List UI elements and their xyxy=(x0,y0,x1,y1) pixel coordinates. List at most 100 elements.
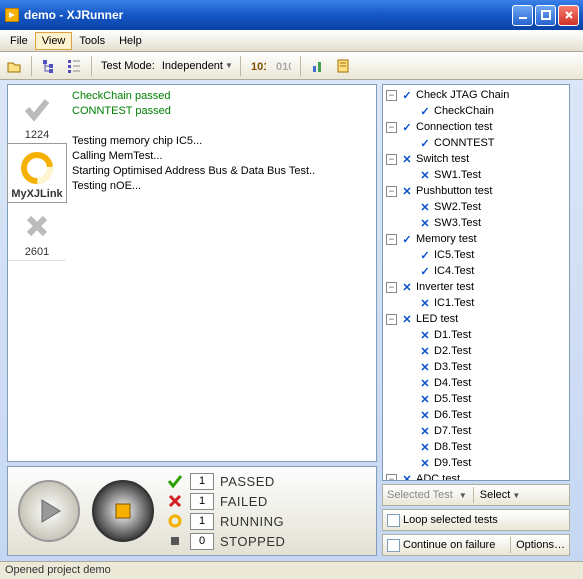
tree-node[interactable]: ✕D4.Test xyxy=(384,375,568,391)
tree-node[interactable]: ✕D3.Test xyxy=(384,359,568,375)
tree-label: D9.Test xyxy=(434,457,471,469)
close-button[interactable] xyxy=(558,5,579,26)
tree-node[interactable]: ✕D8.Test xyxy=(384,439,568,455)
bin2-icon[interactable]: 010 xyxy=(273,56,293,76)
tree-node[interactable]: −✕Switch test xyxy=(384,151,568,167)
x-icon: ✕ xyxy=(400,184,414,198)
minimize-button[interactable] xyxy=(512,5,533,26)
x-icon: ✕ xyxy=(418,216,432,230)
device-status-item[interactable]: 2601 xyxy=(8,202,66,261)
tree-label: Connection test xyxy=(416,121,492,133)
tree-toggle-icon[interactable]: − xyxy=(386,474,397,482)
tree-node[interactable]: ✕SW3.Test xyxy=(384,215,568,231)
tree-node[interactable]: ✕D5.Test xyxy=(384,391,568,407)
tree-label: IC4.Test xyxy=(434,265,474,277)
tree-node[interactable]: ✕D7.Test xyxy=(384,423,568,439)
menu-view[interactable]: View xyxy=(35,32,73,50)
tree-node[interactable]: ✕IC1.Test xyxy=(384,295,568,311)
maximize-button[interactable] xyxy=(535,5,556,26)
tree-node[interactable]: ✓CheckChain xyxy=(384,103,568,119)
continue-label: Continue on failure xyxy=(403,539,505,551)
bin-icon[interactable]: 101 xyxy=(248,56,268,76)
tree-toggle-icon[interactable]: − xyxy=(386,282,397,293)
spin-icon xyxy=(166,512,184,530)
stat-label: PASSED xyxy=(220,474,275,489)
tree-node[interactable]: −✕ADC test xyxy=(384,471,568,481)
tree-label: D7.Test xyxy=(434,425,471,437)
tree-toggle-icon[interactable]: − xyxy=(386,90,397,101)
selected-test-bar: Selected Test ▼ Select▼ xyxy=(382,484,570,506)
options-link[interactable]: Options… xyxy=(516,539,565,551)
check-icon: ✓ xyxy=(418,104,432,118)
device-status-item[interactable]: 1224 xyxy=(8,85,66,144)
tree-node[interactable]: ✓CONNTEST xyxy=(384,135,568,151)
tree-node[interactable]: −✕LED test xyxy=(384,311,568,327)
tree-node[interactable]: ✕D6.Test xyxy=(384,407,568,423)
select-dropdown[interactable]: Select▼ xyxy=(480,489,521,501)
x-icon: ✕ xyxy=(400,312,414,326)
chart-icon[interactable] xyxy=(308,56,328,76)
stat-row-failed: 1 FAILED xyxy=(166,492,366,510)
status-icon xyxy=(19,150,55,186)
stat-count: 1 xyxy=(190,493,214,510)
check-icon xyxy=(166,472,184,490)
tree-label: D5.Test xyxy=(434,393,471,405)
device-status-item[interactable]: MyXJLink xyxy=(7,143,67,203)
tree-node[interactable]: ✕SW1.Test xyxy=(384,167,568,183)
menu-file[interactable]: File xyxy=(3,32,35,50)
tree-node[interactable]: −✓Connection test xyxy=(384,119,568,135)
tree-label: CONNTEST xyxy=(434,137,495,149)
menubar: FileViewToolsHelp xyxy=(0,30,583,52)
tree-node[interactable]: ✓IC4.Test xyxy=(384,263,568,279)
x-icon: ✕ xyxy=(418,168,432,182)
x-icon: ✕ xyxy=(418,408,432,422)
stop-button[interactable] xyxy=(92,480,154,542)
loop-label: Loop selected tests xyxy=(403,514,498,526)
tree-toggle-icon[interactable]: − xyxy=(386,314,397,325)
tree-toggle-icon[interactable]: − xyxy=(386,122,397,133)
tree-label: D4.Test xyxy=(434,377,471,389)
test-mode-dropdown[interactable]: Independent▼ xyxy=(162,60,233,72)
menu-help[interactable]: Help xyxy=(112,32,149,50)
tree-node[interactable]: −✓Memory test xyxy=(384,231,568,247)
test-tree[interactable]: −✓Check JTAG Chain✓CheckChain−✓Connectio… xyxy=(382,84,570,481)
log-line: Calling MemTest... xyxy=(72,149,370,164)
tree-node[interactable]: ✕D9.Test xyxy=(384,455,568,471)
x-icon: ✕ xyxy=(418,440,432,454)
tree-label: Pushbutton test xyxy=(416,185,492,197)
log-line: CONNTEST passed xyxy=(72,104,370,119)
tree-toggle-icon[interactable]: − xyxy=(386,154,397,165)
tree-node[interactable]: −✓Check JTAG Chain xyxy=(384,87,568,103)
tree-toggle-icon[interactable]: − xyxy=(386,186,397,197)
stat-row-running: 1RUNNING xyxy=(166,512,366,530)
tree-icon[interactable] xyxy=(39,56,59,76)
open-icon[interactable] xyxy=(4,56,24,76)
tree-label: D1.Test xyxy=(434,329,471,341)
list-icon[interactable] xyxy=(64,56,84,76)
tree-node[interactable]: −✕Pushbutton test xyxy=(384,183,568,199)
stat-label: FAILED xyxy=(220,494,268,509)
continue-checkbox[interactable] xyxy=(387,539,400,552)
stat-label: RUNNING xyxy=(220,514,284,529)
tree-node[interactable]: −✕Inverter test xyxy=(384,279,568,295)
tree-toggle-icon[interactable]: − xyxy=(386,234,397,245)
loop-checkbox[interactable] xyxy=(387,514,400,527)
x-icon: ✕ xyxy=(418,424,432,438)
x-icon xyxy=(166,492,184,510)
tree-node[interactable]: ✕SW2.Test xyxy=(384,199,568,215)
log-line: CheckChain passed xyxy=(72,89,370,104)
tree-label: Memory test xyxy=(416,233,477,245)
tree-node[interactable]: ✓IC5.Test xyxy=(384,247,568,263)
log-line: Testing nOE... xyxy=(72,179,370,194)
menu-tools[interactable]: Tools xyxy=(72,32,112,50)
play-button[interactable] xyxy=(18,480,80,542)
tree-label: IC5.Test xyxy=(434,249,474,261)
tree-node[interactable]: ✕D2.Test xyxy=(384,343,568,359)
check-icon: ✓ xyxy=(400,232,414,246)
note-icon[interactable] xyxy=(333,56,353,76)
status-label: MyXJLink xyxy=(11,188,62,200)
titlebar[interactable]: demo - XJRunner xyxy=(0,0,583,30)
tree-node[interactable]: ✕D1.Test xyxy=(384,327,568,343)
check-icon: ✓ xyxy=(418,248,432,262)
x-icon: ✕ xyxy=(418,456,432,470)
